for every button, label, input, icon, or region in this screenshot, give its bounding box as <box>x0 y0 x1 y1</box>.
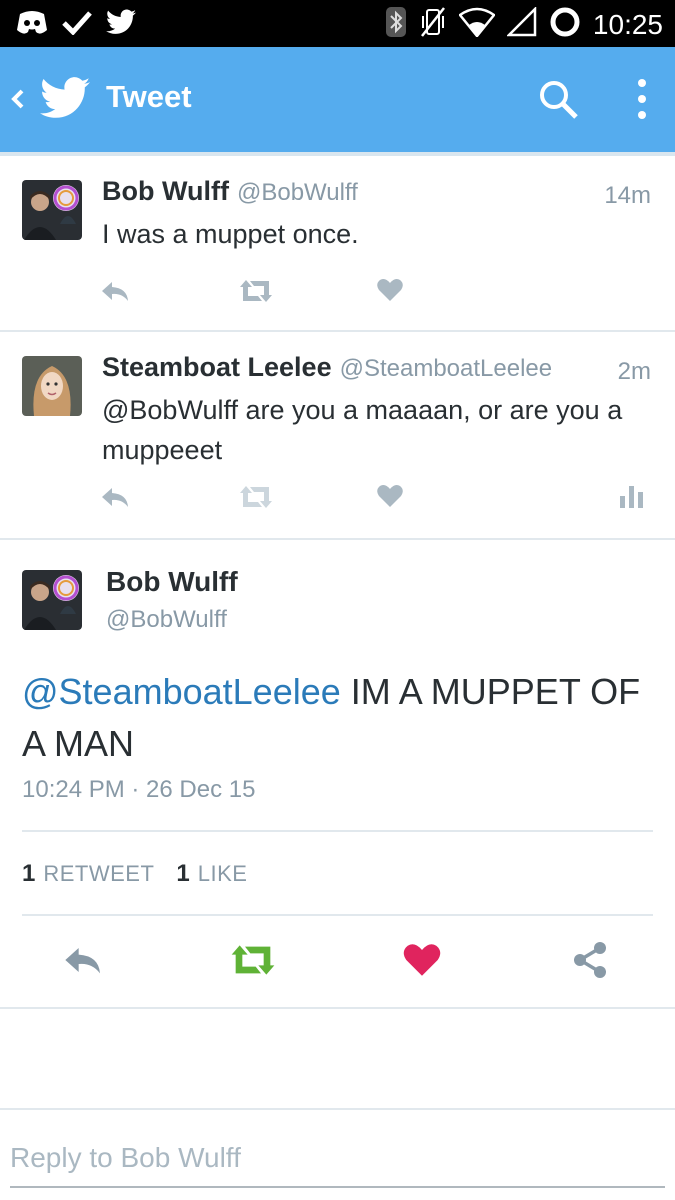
divider <box>22 830 653 832</box>
tweet-item[interactable]: Bob Wulff @BobWulff 14m I was a muppet o… <box>0 156 675 332</box>
tweet-text: @SteamboatLeelee IM A MUPPET OF A MAN <box>22 666 662 770</box>
retweet-icon[interactable] <box>238 276 274 306</box>
tweet-detail-screen: 10:25 Tweet Bob Wulff @BobWulff 14m I wa… <box>0 0 675 1200</box>
author-name[interactable]: Bob Wulff <box>102 176 229 207</box>
page-title: Tweet <box>106 79 192 114</box>
analytics-icon[interactable] <box>618 482 646 512</box>
mention-link[interactable]: @SteamboatLeelee <box>22 671 341 712</box>
app-bar: Tweet <box>0 47 675 152</box>
heart-icon[interactable] <box>402 940 442 982</box>
reply-icon[interactable] <box>62 940 106 982</box>
retweet-label[interactable]: RETWEET <box>43 861 154 886</box>
tweet-stats: 1 RETWEET 1 LIKE <box>22 860 269 888</box>
wifi-icon <box>458 7 496 42</box>
discord-icon <box>16 8 48 41</box>
retweet-icon[interactable] <box>228 940 278 982</box>
tweet-item[interactable]: Steamboat Leelee @SteamboatLeelee 2m @Bo… <box>0 332 675 540</box>
more-vert-icon[interactable] <box>630 77 654 121</box>
status-bar: 10:25 <box>0 0 675 47</box>
like-count[interactable]: 1 <box>176 860 189 887</box>
search-icon[interactable] <box>536 77 580 121</box>
author-name[interactable]: Bob Wulff <box>106 566 238 598</box>
signal-icon <box>505 5 537 42</box>
check-icon <box>62 9 92 40</box>
like-icon[interactable] <box>376 276 404 306</box>
reply-icon[interactable] <box>100 482 132 512</box>
action-bar <box>0 936 675 986</box>
tweet-actions <box>100 276 660 306</box>
twitter-icon <box>106 9 136 40</box>
avatar[interactable] <box>22 180 82 240</box>
battery-ring-icon <box>549 6 581 43</box>
avatar[interactable] <box>22 570 82 630</box>
tweet-time: 14m <box>604 182 651 209</box>
like-label[interactable]: LIKE <box>198 861 248 886</box>
tweet-text: I was a muppet once. <box>102 219 359 249</box>
twitter-bird-icon[interactable] <box>40 77 90 119</box>
vibrate-off-icon <box>419 6 447 43</box>
divider <box>22 914 653 916</box>
reply-input[interactable] <box>10 1130 665 1188</box>
author-handle[interactable]: @SteamboatLeelee <box>340 355 553 383</box>
clock-time: 10:25 <box>592 8 663 40</box>
retweet-icon[interactable] <box>238 482 274 512</box>
back-icon[interactable] <box>8 79 28 119</box>
tweet-actions <box>100 482 660 512</box>
bluetooth-icon <box>385 6 407 43</box>
reply-divider <box>0 1108 675 1110</box>
reply-icon[interactable] <box>100 276 132 306</box>
divider <box>0 1007 675 1009</box>
share-icon[interactable] <box>570 940 610 982</box>
tweet-time: 2m <box>617 358 651 385</box>
author-handle[interactable]: @BobWulff <box>237 179 358 207</box>
tweet-timestamp: 10:24 PM · 26 Dec 15 <box>22 776 256 803</box>
retweet-count[interactable]: 1 <box>22 860 35 887</box>
author-name[interactable]: Steamboat Leelee <box>102 352 332 383</box>
author-handle[interactable]: @BobWulff <box>106 606 227 634</box>
avatar[interactable] <box>22 356 82 416</box>
tweet-text: @BobWulff are you a maaaan, or are you a… <box>102 395 623 465</box>
like-icon[interactable] <box>376 482 404 512</box>
